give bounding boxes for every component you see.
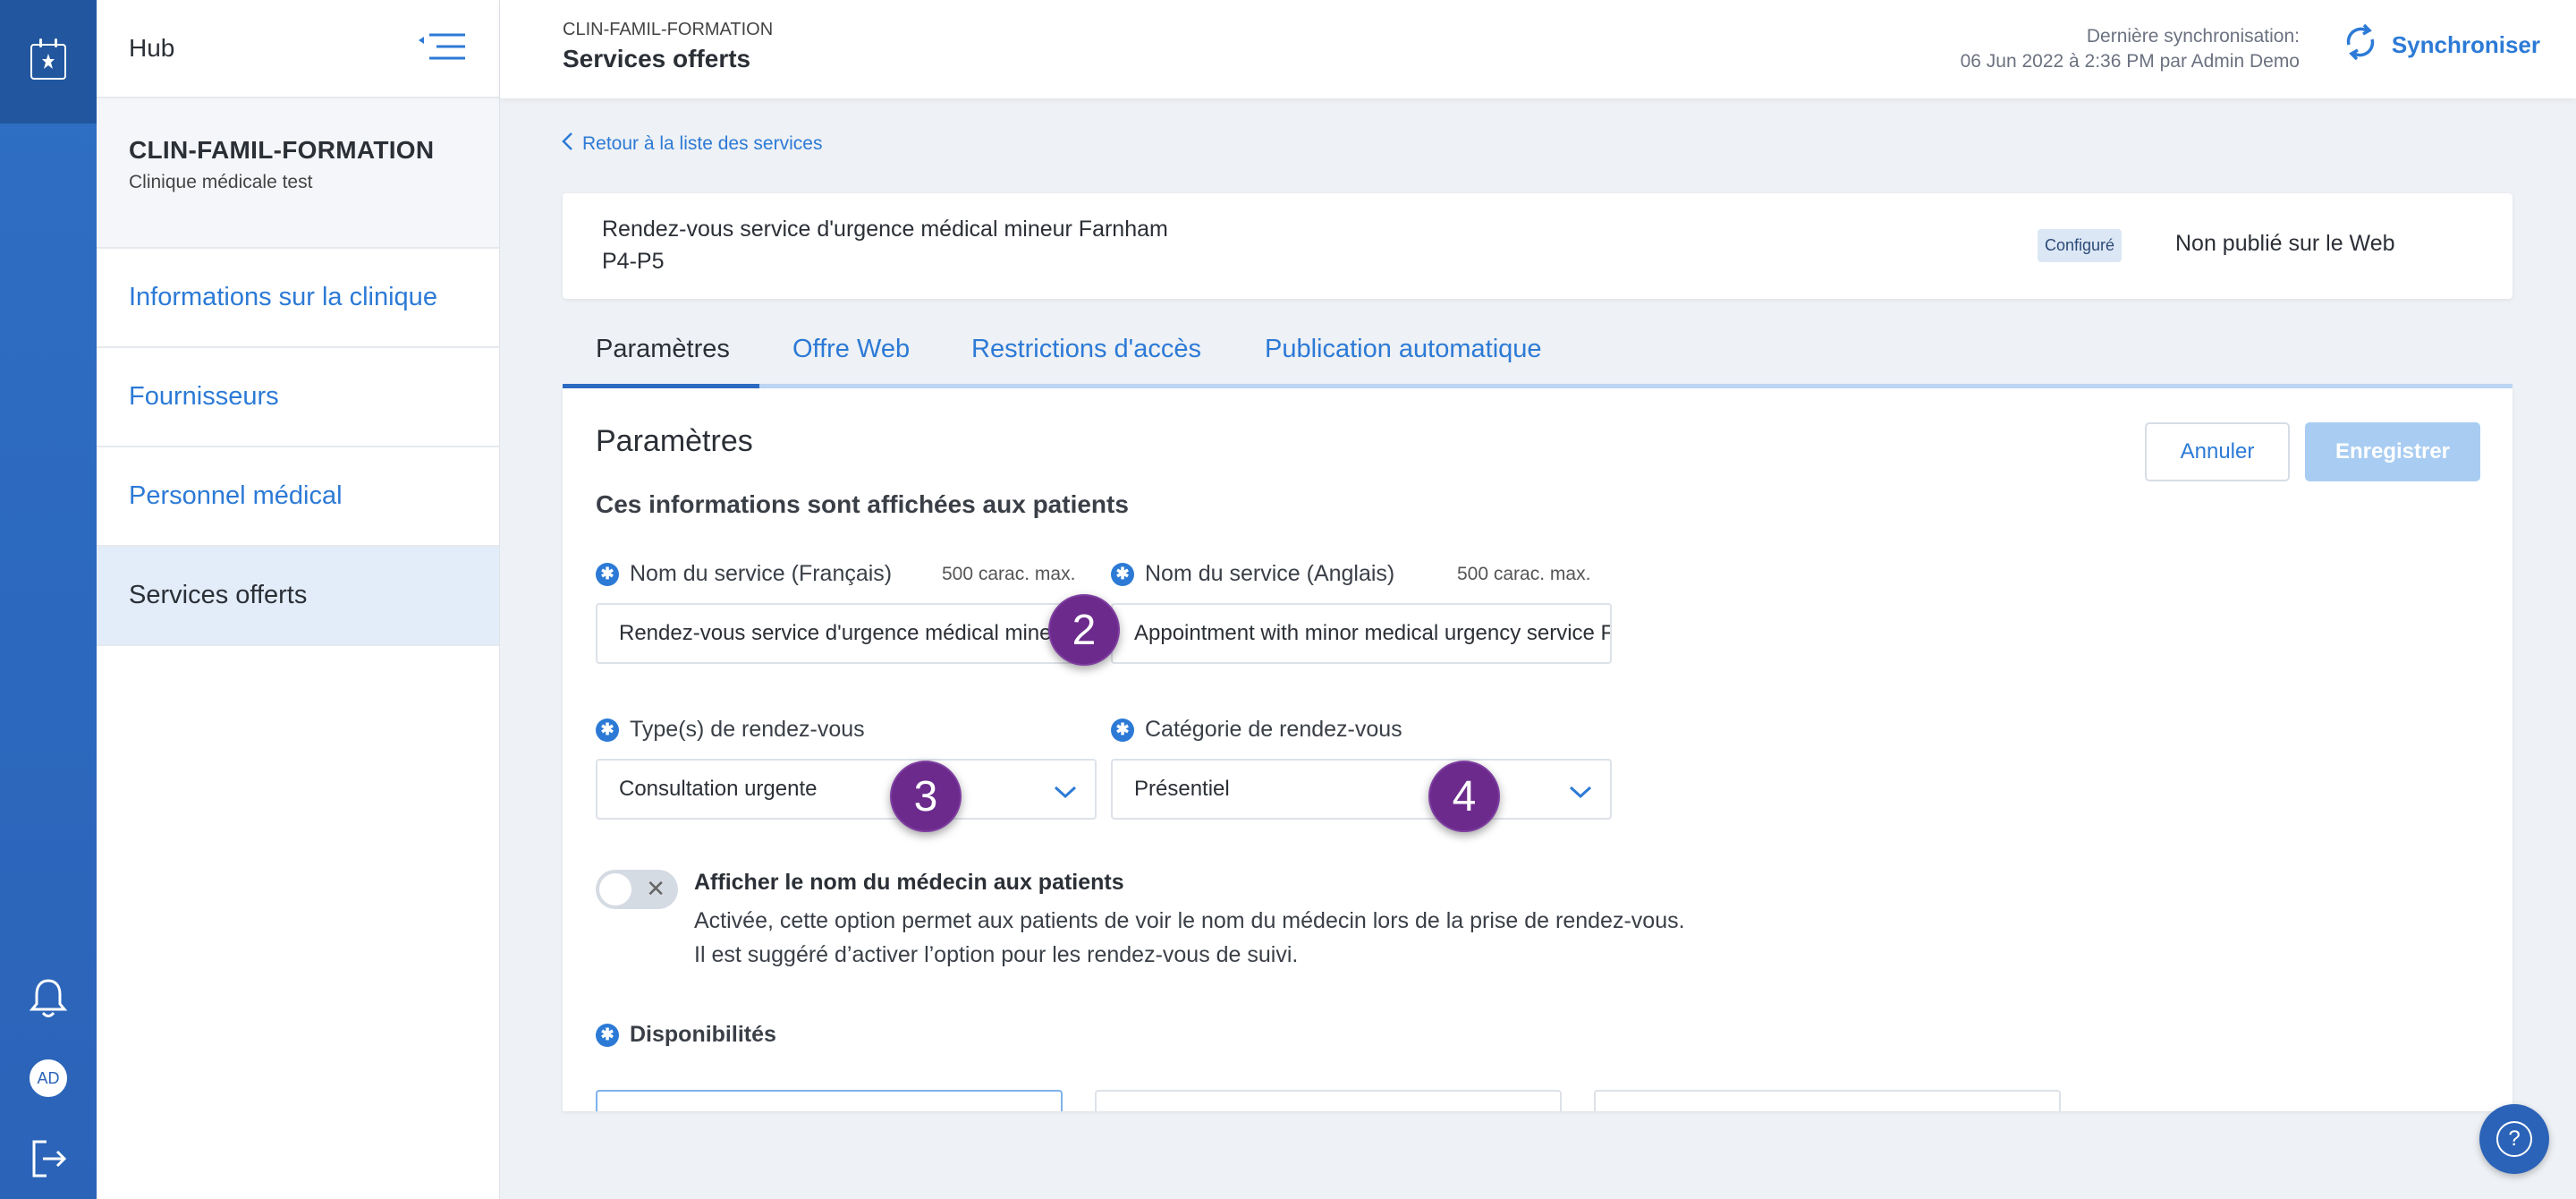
name-fr-max: 500 carac. max. [942, 564, 1076, 584]
toggle-desc-line1: Activée, cette option permet aux patient… [694, 908, 1685, 933]
clinic-info: CLIN-FAMIL-FORMATION Clinique médicale t… [97, 98, 499, 249]
sync-status: Dernière synchronisation: 06 Jun 2022 à … [1961, 24, 2300, 74]
availability-option[interactable] [596, 1090, 1063, 1111]
type-select-value: Consultation urgente [619, 777, 818, 801]
chevron-left-icon [561, 132, 573, 157]
toggle-desc-line2: Il est suggéré d’activer l’option pour l… [694, 942, 1299, 967]
clinic-name: CLIN-FAMIL-FORMATION [129, 136, 435, 164]
sync-button[interactable]: Synchroniser [2340, 21, 2540, 69]
name-fr-label-text: Nom du service (Français) [630, 561, 893, 586]
sidebar-item-personnel[interactable]: Personnel médical [97, 447, 499, 547]
collapse-menu-icon[interactable] [417, 31, 467, 66]
icon-rail: AD [0, 0, 97, 1199]
toggle-description: Activée, cette option permet aux patient… [694, 904, 1685, 972]
tab-offre-web[interactable]: Offre Web [792, 335, 910, 364]
type-select[interactable]: Consultation urgente [596, 759, 1097, 820]
tab-parametres[interactable]: Paramètres [596, 335, 730, 364]
sync-button-label: Synchroniser [2391, 31, 2540, 58]
panel-subtitle: Ces informations sont affichées aux pati… [596, 490, 1129, 518]
sync-icon [2340, 21, 2381, 69]
required-icon: ✱ [596, 1023, 619, 1047]
app-name: Hub [129, 34, 175, 62]
back-link[interactable]: Retour à la liste des services [561, 132, 822, 157]
availability-label: ✱ Disponibilités [596, 1022, 776, 1048]
toggle-title: Afficher le nom du médecin aux patients [694, 870, 1124, 895]
tab-restrictions[interactable]: Restrictions d'accès [971, 335, 1201, 364]
settings-panel: Paramètres Ces informations sont affiché… [563, 388, 2512, 1111]
step-marker: 3 [890, 761, 962, 832]
name-en-label: ✱ Nom du service (Anglais) [1111, 561, 1394, 587]
back-link-label: Retour à la liste des services [582, 133, 823, 154]
availability-label-text: Disponibilités [630, 1022, 776, 1047]
service-title: Rendez-vous service d'urgence médical mi… [602, 217, 1168, 242]
service-code: P4-P5 [602, 249, 665, 274]
status-badge: Configuré [2038, 229, 2123, 262]
availability-option[interactable] [1095, 1090, 1562, 1111]
avatar[interactable]: AD [30, 1059, 67, 1097]
name-en-input[interactable]: Appointment with minor medical urgency s… [1111, 603, 1612, 664]
required-icon: ✱ [596, 562, 619, 586]
show-doctor-toggle[interactable]: ✕ [596, 870, 678, 909]
sidebar-header: Hub [97, 0, 499, 98]
category-label-text: Catégorie de rendez-vous [1145, 717, 1402, 742]
app-logo[interactable] [0, 0, 97, 123]
category-select-value: Présentiel [1134, 777, 1230, 801]
sync-detail: 06 Jun 2022 à 2:36 PM par Admin Demo [1960, 51, 2300, 72]
category-label: ✱ Catégorie de rendez-vous [1111, 717, 1402, 743]
help-icon: ? [2496, 1121, 2532, 1157]
bell-icon[interactable] [0, 977, 97, 1020]
top-header: CLIN-FAMIL-FORMATION Services offerts De… [500, 0, 2576, 98]
name-fr-input[interactable]: Rendez-vous service d'urgence médical mi… [596, 603, 1097, 664]
sidebar-item-fournisseurs[interactable]: Fournisseurs [97, 348, 499, 447]
required-icon: ✱ [1111, 718, 1134, 742]
availability-option[interactable] [1594, 1090, 2061, 1111]
page-title: Services offerts [563, 45, 751, 72]
required-icon: ✱ [596, 718, 619, 742]
calendar-logo-icon [30, 38, 66, 80]
name-en-max: 500 carac. max. [1457, 564, 1591, 584]
step-marker: 4 [1428, 761, 1500, 832]
name-fr-label: ✱ Nom du service (Français) [596, 561, 892, 587]
close-icon: ✕ [646, 875, 665, 902]
breadcrumb[interactable]: CLIN-FAMIL-FORMATION [563, 20, 773, 40]
cancel-button[interactable]: Annuler [2145, 422, 2290, 481]
name-en-label-text: Nom du service (Anglais) [1145, 561, 1395, 586]
step-marker: 2 [1048, 594, 1120, 666]
logout-icon[interactable] [0, 1138, 97, 1179]
category-select[interactable]: Présentiel [1111, 759, 1612, 820]
type-label-text: Type(s) de rendez-vous [630, 717, 865, 742]
help-button[interactable]: ? [2479, 1104, 2549, 1174]
save-button[interactable]: Enregistrer [2305, 422, 2480, 481]
clinic-subtitle: Clinique médicale test [129, 172, 313, 192]
chevron-down-icon [1054, 780, 1077, 805]
toggle-knob [599, 873, 631, 906]
required-icon: ✱ [1111, 562, 1134, 586]
publication-status: Non publié sur le Web [2175, 231, 2395, 256]
sidebar-item-services[interactable]: Services offerts [97, 547, 499, 646]
tab-publication[interactable]: Publication automatique [1265, 335, 1542, 364]
panel-title: Paramètres [596, 424, 753, 458]
avatar-wrap: AD [0, 1059, 97, 1097]
sync-label: Dernière synchronisation: [2086, 26, 2300, 47]
tab-bar: Paramètres Offre Web Restrictions d'accè… [563, 322, 2512, 388]
sidebar: Hub CLIN-FAMIL-FORMATION Clinique médica… [97, 0, 500, 1199]
service-summary-card: Rendez-vous service d'urgence médical mi… [563, 193, 2512, 299]
type-label: ✱ Type(s) de rendez-vous [596, 717, 865, 743]
sidebar-item-informations[interactable]: Informations sur la clinique [97, 249, 499, 348]
chevron-down-icon [1569, 780, 1592, 805]
